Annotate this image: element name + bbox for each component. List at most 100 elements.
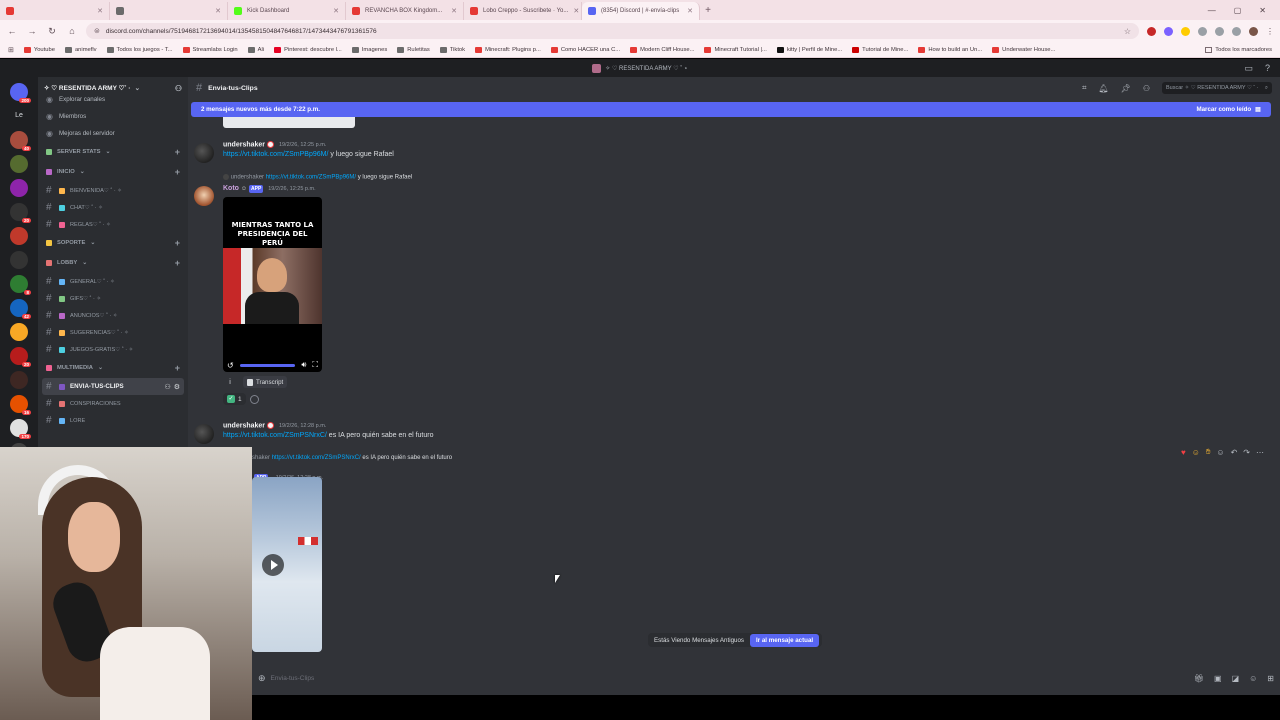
channel-item[interactable]: # SUGERENCIAS♡ ˚ · ✧ bbox=[38, 324, 188, 341]
volume-icon[interactable]: 🔊︎ bbox=[301, 360, 306, 370]
close-tab-icon[interactable]: ✕ bbox=[687, 7, 693, 15]
add-channel-icon[interactable]: + bbox=[175, 258, 180, 268]
back-icon[interactable]: ← bbox=[6, 26, 18, 36]
bookmark-item[interactable]: Modern Cliff House... bbox=[630, 46, 694, 53]
server-icon[interactable]: 8 bbox=[10, 275, 31, 295]
browser-tab[interactable]: Kick Dashboard ✕ bbox=[228, 2, 346, 20]
server-icon[interactable] bbox=[10, 251, 28, 269]
home-icon[interactable]: ⌂ bbox=[66, 26, 78, 36]
video-embed[interactable] bbox=[252, 477, 322, 652]
server-icon[interactable] bbox=[10, 179, 28, 197]
previous-image-tail[interactable] bbox=[223, 117, 355, 128]
username[interactable]: undershaker bbox=[223, 422, 265, 429]
server-icon[interactable]: 20 bbox=[10, 347, 31, 367]
bookmark-item[interactable]: kitty | Perfil de Mine... bbox=[776, 46, 842, 53]
close-tab-icon[interactable]: ✕ bbox=[451, 7, 457, 15]
browser-tab[interactable]: REVANCHA BOX Kingdom... ✕ bbox=[346, 2, 464, 20]
channel-item[interactable]: # ANUNCIOS♡ ˚ · ✧ bbox=[38, 307, 188, 324]
channel-item[interactable]: # BIENVENIDA♡ ˚ · ✧ bbox=[38, 182, 188, 199]
server-icon[interactable]: 40 bbox=[10, 131, 31, 151]
channel-item[interactable]: # LORE bbox=[38, 412, 188, 429]
add-channel-icon[interactable]: + bbox=[175, 363, 180, 373]
bookmark-item[interactable]: Como HACER una C... bbox=[550, 46, 620, 53]
extension-icon[interactable] bbox=[1147, 26, 1156, 36]
inbox-icon[interactable]: ▭ bbox=[1244, 63, 1253, 74]
browser-tab[interactable]: ✕ bbox=[110, 2, 228, 20]
extension-icon[interactable] bbox=[1181, 26, 1190, 36]
extension-icon[interactable] bbox=[1164, 26, 1173, 36]
channel-item[interactable]: # CONSPIRACIONES bbox=[38, 395, 188, 412]
close-tab-icon[interactable]: ✕ bbox=[215, 7, 221, 15]
bookmark-item[interactable]: Tutorial de Mine... bbox=[852, 46, 908, 53]
server-icon[interactable]: 170 bbox=[10, 419, 31, 439]
server-icon[interactable] bbox=[10, 323, 28, 341]
extension-icon[interactable] bbox=[1198, 26, 1207, 36]
replay-icon[interactable]: ↺ bbox=[227, 361, 234, 370]
member-list-icon[interactable]: ⚇ bbox=[1143, 84, 1150, 93]
bookmark-item[interactable]: Todos los juegos - T... bbox=[106, 46, 173, 53]
server-icon[interactable] bbox=[10, 155, 28, 173]
bookmark-item[interactable]: Ruletitas bbox=[397, 46, 430, 53]
server-icon[interactable]: 42 bbox=[10, 299, 31, 319]
channel-item[interactable]: # JUEGOS-GRATIS♡ ˚ · ✧ bbox=[38, 341, 188, 358]
message-composer[interactable]: ⊕ Envia-tus-Clips 🎁︎ ▣ ◪ ☺ ⊞ bbox=[252, 669, 1280, 687]
bookmark-star-icon[interactable]: ☆ bbox=[1124, 27, 1131, 36]
server-icon[interactable]: 20 bbox=[10, 203, 31, 223]
server-icon[interactable]: 200 bbox=[10, 83, 31, 103]
all-bookmarks[interactable]: Todos los marcadores bbox=[1205, 46, 1272, 53]
bookmark-item[interactable]: Tiktok bbox=[439, 46, 465, 53]
heart-reaction-icon[interactable]: ♥ bbox=[1181, 448, 1186, 457]
gear-icon[interactable]: ⚙ bbox=[174, 383, 180, 391]
browser-tab[interactable]: (8354) Discord | #·envía-clips ✕ bbox=[582, 2, 700, 20]
category-header[interactable]: MULTIMEDIA ⌄ + bbox=[38, 358, 188, 378]
add-friend-icon[interactable]: ⚇ bbox=[175, 84, 182, 93]
hand-reaction-icon[interactable]: ✋︎ bbox=[1206, 447, 1211, 457]
channel-item[interactable]: # REGLAS♡ ˚ · ✧ bbox=[38, 216, 188, 233]
channel-item[interactable]: # GENERAL♡ ˚ · ✧ bbox=[38, 273, 188, 290]
info-button[interactable]: i bbox=[223, 376, 237, 388]
category-header[interactable]: LOBBY ⌄ + bbox=[38, 253, 188, 273]
add-attachment-icon[interactable]: ⊕ bbox=[258, 673, 266, 684]
notification-bell-icon[interactable]: 🔔︎ bbox=[1099, 84, 1109, 93]
add-reaction-icon[interactable]: ☺ bbox=[1216, 448, 1224, 457]
profile-avatar[interactable] bbox=[1249, 26, 1258, 36]
extension-icon[interactable] bbox=[1215, 26, 1224, 36]
message-link[interactable]: https://vt.tiktok.com/ZSmPBp96M/ bbox=[223, 151, 328, 158]
sidebar-link[interactable]: ◉ Miembros bbox=[38, 108, 188, 125]
username[interactable]: Koto bbox=[223, 185, 239, 192]
avatar[interactable] bbox=[194, 186, 214, 206]
emoji-icon[interactable]: ☺ bbox=[1249, 674, 1257, 683]
progress-bar[interactable] bbox=[239, 363, 296, 367]
forward-icon[interactable]: → bbox=[26, 26, 38, 36]
reply-preview[interactable]: undershaker https://vt.tiktok.com/ZSmPBp… bbox=[223, 174, 412, 181]
bookmark-item[interactable]: Minecraft Tutorial |... bbox=[704, 46, 767, 53]
new-messages-banner[interactable]: 2 mensajes nuevos más desde 7:22 p.m. Ma… bbox=[191, 102, 1271, 117]
new-tab-button[interactable]: + bbox=[700, 5, 716, 16]
add-channel-icon[interactable]: + bbox=[175, 147, 180, 157]
category-header[interactable]: SERVER STATS ⌄ + bbox=[38, 142, 188, 162]
sidebar-link[interactable]: ◉ Explorar canales bbox=[38, 91, 188, 108]
more-icon[interactable]: ⋯ bbox=[1256, 448, 1264, 457]
help-icon[interactable]: ? bbox=[1265, 63, 1270, 74]
bookmark-item[interactable]: Pinterest: descubre l... bbox=[274, 46, 342, 53]
extension-icon[interactable] bbox=[1232, 26, 1241, 36]
bookmark-item[interactable]: Minecraft: Plugins p... bbox=[475, 46, 541, 53]
bookmark-item[interactable]: How to build an Un... bbox=[918, 46, 982, 53]
bookmark-item[interactable]: Youtube bbox=[23, 46, 55, 53]
category-header[interactable]: SOPORTE ⌄ + bbox=[38, 233, 188, 253]
mark-as-read-button[interactable]: Marcar como leído ▤ bbox=[1196, 106, 1261, 113]
channel-item-active[interactable]: # ENVIA-TUS-CLIPS ⚇ ⚙ bbox=[42, 378, 184, 395]
transcript-button[interactable]: Transcript bbox=[243, 376, 288, 388]
bookmark-item[interactable]: Ali bbox=[247, 46, 264, 53]
pin-icon[interactable]: 📌︎ bbox=[1121, 84, 1131, 93]
reply-icon[interactable]: ↶ bbox=[1231, 448, 1238, 457]
url-input[interactable]: ⊜ discord.com/channels/75194681721369401… bbox=[86, 23, 1139, 39]
gif-icon[interactable]: ▣ bbox=[1214, 674, 1222, 683]
close-icon[interactable]: ✕ bbox=[1259, 6, 1266, 15]
avatar[interactable] bbox=[194, 143, 214, 163]
message-link[interactable]: https://vt.tiktok.com/ZSmPSNrxC/ bbox=[223, 432, 327, 439]
minimize-icon[interactable]: — bbox=[1208, 6, 1216, 15]
video-embed[interactable]: MIENTRAS TANTO LA PRESIDENCIA DEL PERÚ ↺… bbox=[223, 197, 322, 372]
apps-icon[interactable]: ⊞ bbox=[8, 46, 14, 54]
play-button[interactable] bbox=[262, 554, 284, 576]
